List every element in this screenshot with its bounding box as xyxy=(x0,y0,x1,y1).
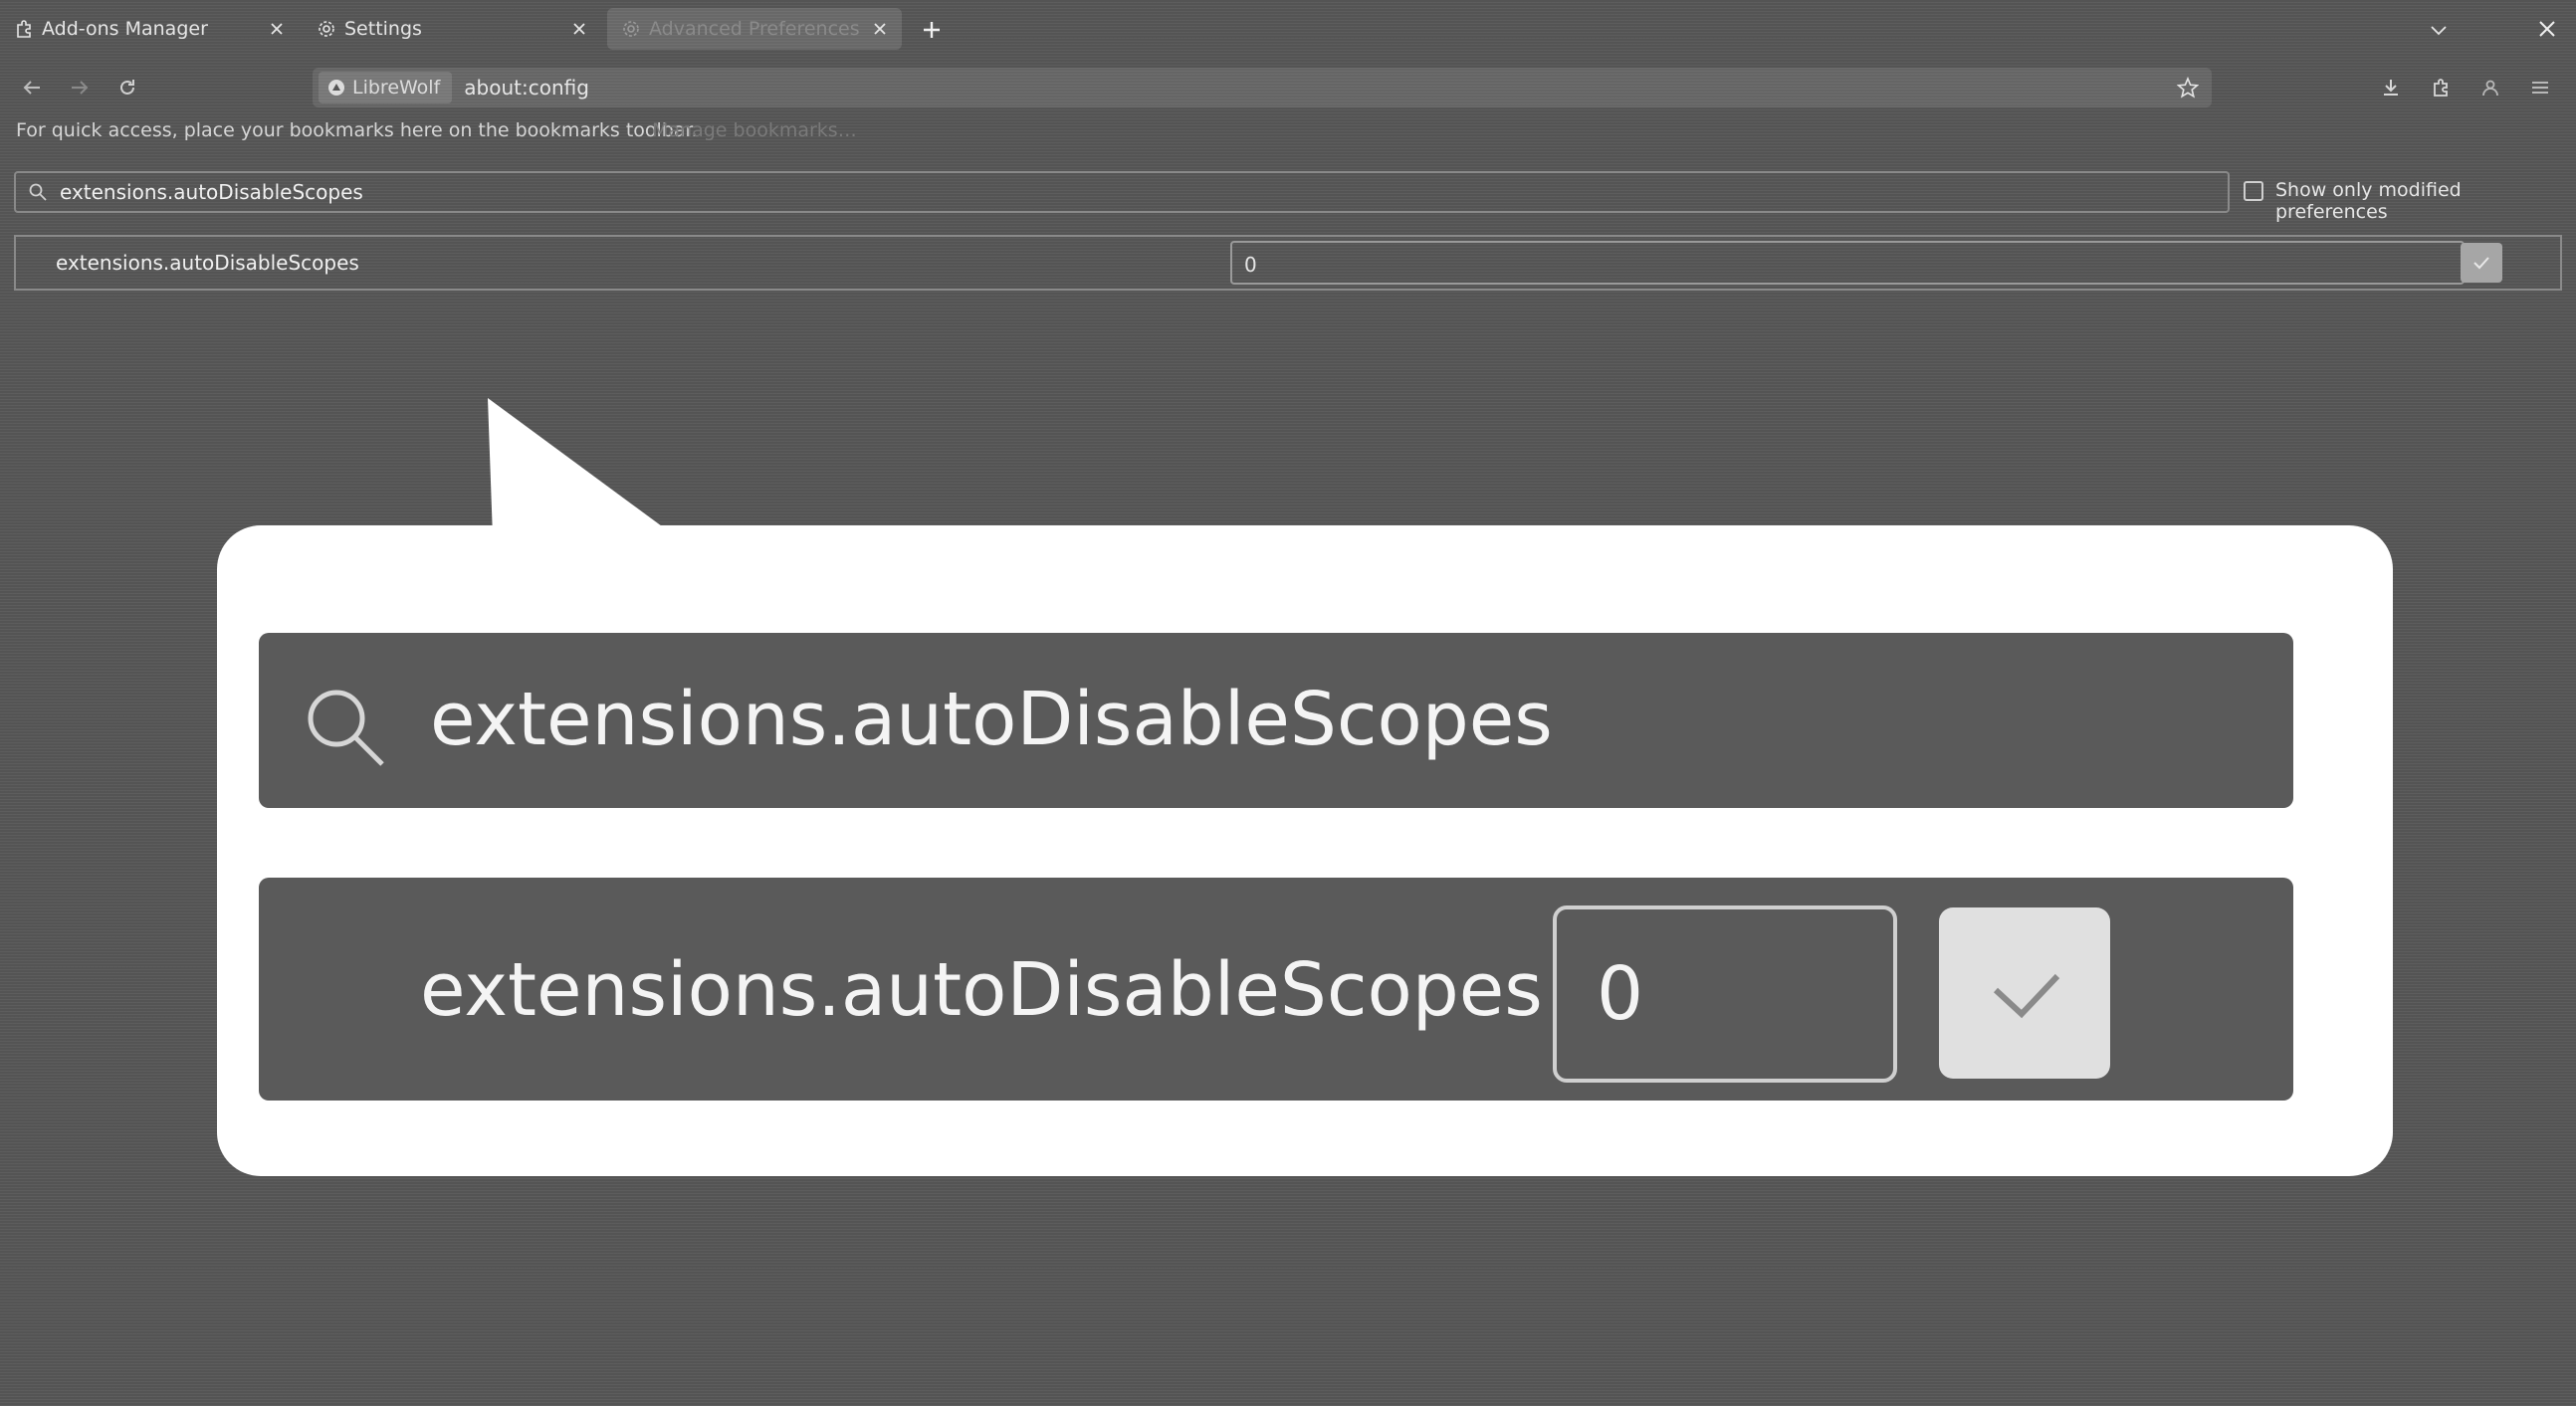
menu-button[interactable] xyxy=(2524,72,2556,103)
checkmark-icon xyxy=(1993,973,2060,1019)
window-close-button[interactable] xyxy=(2532,14,2562,44)
account-button[interactable] xyxy=(2474,72,2506,103)
close-icon xyxy=(2539,21,2555,37)
hamburger-icon xyxy=(2532,82,2548,94)
callout-pointer xyxy=(488,398,677,537)
bookmark-star-button[interactable] xyxy=(2174,74,2202,101)
close-icon[interactable] xyxy=(868,17,892,41)
downloads-button[interactable] xyxy=(2375,72,2407,103)
zoomed-search-value: extensions.autoDisableScopes xyxy=(430,677,1553,762)
download-icon xyxy=(2384,80,2398,96)
star-icon xyxy=(2177,77,2199,99)
new-tab-button[interactable] xyxy=(918,16,946,44)
extensions-button[interactable] xyxy=(2425,72,2457,103)
zoomed-save-button xyxy=(1939,907,2110,1079)
list-all-tabs-button[interactable] xyxy=(2425,16,2453,44)
zoomed-search-input: extensions.autoDisableScopes xyxy=(259,633,2293,808)
plus-icon xyxy=(924,22,940,38)
pref-value: 0 xyxy=(1244,253,1257,277)
zoomed-pref-value: 0 xyxy=(1597,951,1644,1037)
zoomed-pref-row: extensions.autoDisableScopes 0 xyxy=(259,878,2293,1101)
show-modified-checkbox[interactable] xyxy=(2244,181,2263,201)
show-modified-label[interactable]: Show only modified preferences xyxy=(2275,179,2576,223)
chevron-down-icon xyxy=(2431,26,2447,36)
save-button[interactable] xyxy=(2461,243,2502,283)
checkmark-icon xyxy=(2473,257,2489,270)
zoomed-pref-name: extensions.autoDisableScopes xyxy=(420,947,1543,1033)
puzzle-icon xyxy=(2434,79,2448,97)
zoom-callout: extensions.autoDisableScopes extensions.… xyxy=(217,525,2393,1176)
account-icon xyxy=(2482,80,2498,97)
search-icon xyxy=(303,685,386,768)
zoomed-pref-value-input: 0 xyxy=(1553,905,1897,1083)
pref-value-input[interactable]: 0 xyxy=(1230,241,2465,285)
